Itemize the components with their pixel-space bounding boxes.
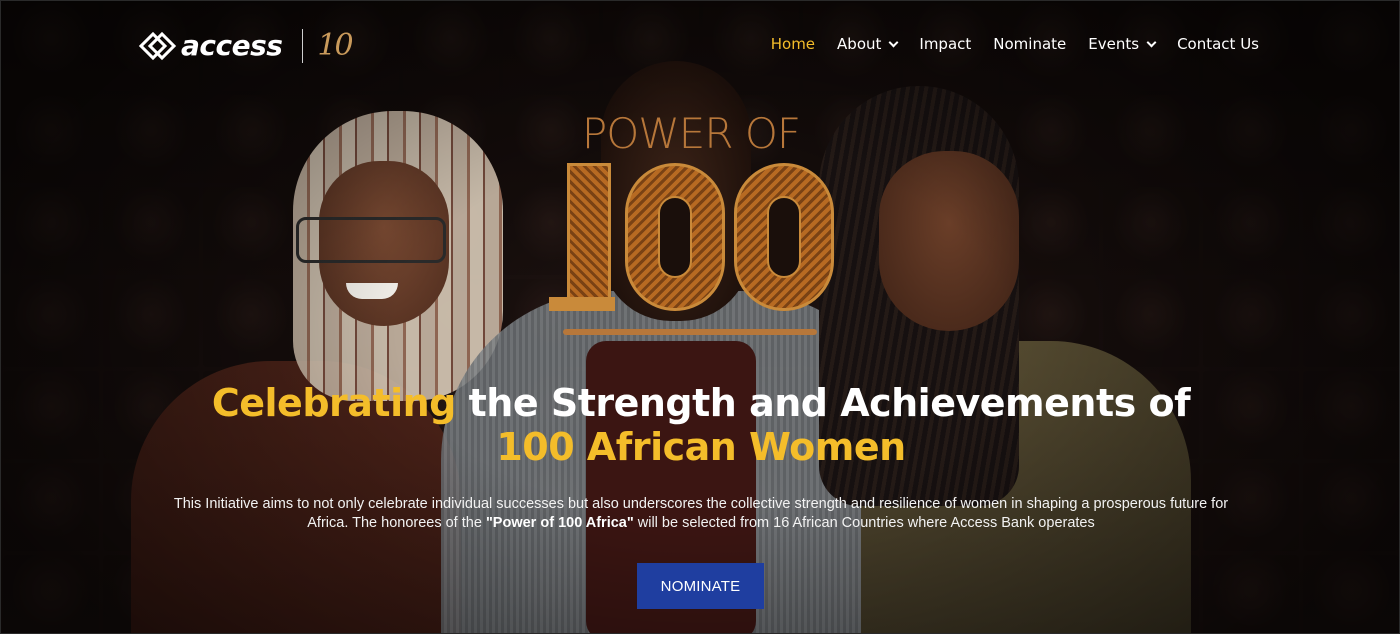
nav-item-events[interactable]: Events bbox=[1088, 35, 1157, 53]
nav-item-nominate[interactable]: Nominate bbox=[993, 35, 1066, 53]
nav-item-label: Nominate bbox=[993, 35, 1067, 53]
power-of-emblem-title: POWER OF bbox=[581, 109, 801, 158]
logo-divider bbox=[302, 28, 304, 63]
nav-item-label: Impact bbox=[919, 35, 972, 53]
nav-item-label: Events bbox=[1088, 35, 1140, 53]
chevron-down-icon bbox=[888, 37, 899, 47]
access-diamond-icon bbox=[138, 29, 177, 63]
hero-section: access 10 Home About Impact Nominate Eve… bbox=[0, 0, 1400, 634]
description-part-two: will be selected from 16 African Countri… bbox=[633, 515, 1095, 531]
emblem-number-100 bbox=[549, 163, 834, 311]
headline-rest: the Strength and Achievements of bbox=[455, 381, 1191, 425]
nav-item-label: Contact Us bbox=[1177, 35, 1259, 53]
nav-item-contact-us[interactable]: Contact Us bbox=[1177, 35, 1259, 53]
hero-headline: Celebrating the Strength and Achievement… bbox=[1, 381, 1399, 469]
nav-item-label: Home bbox=[770, 35, 816, 53]
nav-item-home[interactable]: Home bbox=[771, 35, 815, 53]
hero-description: This Initiative aims to not only celebra… bbox=[171, 495, 1231, 533]
nav-item-impact[interactable]: Impact bbox=[919, 35, 971, 53]
anniversary-logo: 10 bbox=[317, 28, 353, 63]
nav-item-label: About bbox=[837, 35, 882, 53]
emblem-digit-zero bbox=[624, 163, 725, 311]
vignette-overlay bbox=[1, 1, 1399, 633]
headline-accent: Celebrating bbox=[211, 381, 457, 425]
nominate-button[interactable]: NOMINATE bbox=[637, 563, 764, 609]
emblem-digit-zero bbox=[734, 163, 834, 311]
headline-line-two: 100 African Women bbox=[496, 425, 906, 469]
chevron-down-icon bbox=[1146, 37, 1157, 47]
emblem-underline bbox=[563, 329, 817, 335]
brand-logo[interactable]: access 10 bbox=[138, 28, 354, 63]
nav-item-about[interactable]: About bbox=[837, 35, 899, 53]
brand-wordmark: access bbox=[181, 29, 283, 62]
description-highlight: "Power of 100 Africa" bbox=[485, 515, 634, 531]
main-navigation: Home About Impact Nominate Events Contac… bbox=[749, 35, 1259, 53]
emblem-digit-one bbox=[549, 163, 615, 311]
